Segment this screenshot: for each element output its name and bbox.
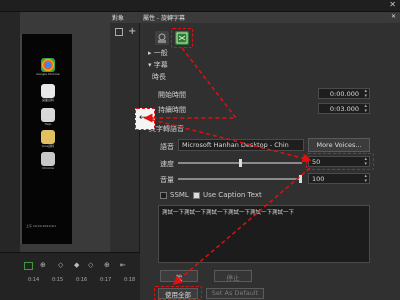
- transform-tab-icon[interactable]: [155, 31, 169, 45]
- desktop-item-help: Help: [36, 108, 60, 126]
- speak-button[interactable]: 說: [160, 270, 198, 282]
- timeline-tick: 0:18: [124, 277, 136, 283]
- new-object-icon[interactable]: [115, 28, 123, 36]
- annotation-box-tab: [171, 28, 193, 48]
- volume-slider[interactable]: [178, 178, 302, 180]
- close-icon[interactable]: ✕: [389, 0, 396, 9]
- properties-title-text: 屬性 - 旋轉字幕: [143, 15, 185, 22]
- timeline-mode-icon[interactable]: [24, 262, 33, 270]
- document-icon: [41, 108, 55, 122]
- caption-label: Use Caption Text: [203, 191, 262, 199]
- timeline-tick: 0:14: [28, 277, 40, 283]
- speed-label: 速度: [160, 160, 174, 168]
- desktop-item-label: Chrome: [42, 166, 54, 170]
- resize-arrows-icon[interactable]: ⟷: [139, 113, 152, 123]
- desktop-item-chrome: Google Chrome: [36, 58, 60, 76]
- duration-section-label: 時長: [152, 73, 166, 81]
- top-bar: ✕: [0, 0, 400, 12]
- volume-value: 100: [312, 175, 325, 183]
- spinner-arrows-icon[interactable]: ▴ ▾: [364, 174, 367, 184]
- voice-label: 語音: [160, 143, 174, 151]
- ssml-checkbox[interactable]: [160, 192, 167, 199]
- length-label: 持續時間: [158, 106, 186, 114]
- annotation-box-speed: [306, 153, 374, 170]
- tree-subtitle[interactable]: ▾ 字幕: [148, 60, 168, 70]
- folder-icon: [41, 130, 55, 144]
- timeline-tick: 0:15: [52, 277, 64, 283]
- timeline-tick: 0:16: [76, 277, 88, 283]
- shortcut-icon: [41, 152, 55, 166]
- timeline-rewind-icon[interactable]: ⊕: [40, 261, 46, 269]
- taskbar-clock: 上午 10:24 2021/4/1: [26, 224, 57, 228]
- ssml-label: SSML: [170, 191, 189, 199]
- start-time-label: 開始時間: [158, 91, 186, 99]
- start-time-value: 0:00.000: [329, 90, 359, 98]
- desktop-item-label: Line資料: [41, 144, 55, 148]
- desktop-item-folder: 桌面資料: [36, 84, 60, 102]
- tree-subtitle-label: 字幕: [153, 61, 168, 69]
- add-icon[interactable]: +: [128, 26, 136, 37]
- desktop-item-label: Google Chrome: [36, 72, 60, 76]
- spinner-arrows-icon[interactable]: ▴ ▾: [364, 104, 367, 114]
- set-default-button[interactable]: Set As Default: [206, 288, 264, 299]
- timeline-prev-icon[interactable]: ◇: [58, 261, 63, 269]
- volume-slider-thumb[interactable]: [299, 175, 302, 183]
- file-icon: [41, 84, 55, 98]
- tts-text-content: 測試一下測試一下測試一下測試一下測試一下測試一下: [162, 210, 295, 216]
- timeline-next-icon[interactable]: ◇: [88, 261, 93, 269]
- desktop-item-label: Help: [44, 122, 52, 126]
- tree-general-label: 一般: [153, 49, 168, 57]
- desktop-item-line: Line資料: [36, 130, 60, 148]
- object-panel-title: 對象: [110, 12, 140, 23]
- desktop-item-chrome2: Chrome: [36, 152, 60, 170]
- spinner-arrows-icon[interactable]: ▴ ▾: [364, 89, 367, 99]
- caption-checkbox[interactable]: [193, 192, 200, 199]
- close-icon[interactable]: ✕: [391, 13, 396, 20]
- annotation-box-apply: [154, 286, 202, 300]
- timeline-add-icon[interactable]: ⊕: [104, 261, 110, 269]
- timeline-keyframe-icon[interactable]: ◆: [74, 261, 79, 269]
- more-voices-button[interactable]: More Voices...: [308, 138, 370, 152]
- volume-label: 音量: [160, 176, 174, 184]
- tts-text-area[interactable]: 測試一下測試一下測試一下測試一下測試一下測試一下: [158, 205, 370, 263]
- speed-slider-thumb[interactable]: [238, 159, 242, 167]
- volume-field[interactable]: 100 ▴ ▾: [308, 173, 370, 184]
- length-field[interactable]: 0:03.000 ▴ ▾: [318, 103, 370, 114]
- timeline-tick: 0:17: [100, 277, 112, 283]
- properties-panel-title: 屬性 - 旋轉字幕 ✕: [140, 12, 400, 23]
- timeline-more-icon[interactable]: ⇤: [120, 261, 126, 269]
- length-value: 0:03.000: [329, 105, 359, 113]
- chrome-icon: [41, 58, 55, 72]
- desktop-item-label: 桌面資料: [41, 98, 54, 102]
- tree-general[interactable]: ▸ 一般: [148, 48, 168, 58]
- voice-select[interactable]: Microsoft Hanhan Desktop - Chin: [178, 139, 304, 151]
- desktop-preview: Google Chrome 桌面資料 Help Line資料 Chrome 上午…: [20, 34, 72, 244]
- voice-selected-value: Microsoft Hanhan Desktop - Chin: [182, 141, 289, 149]
- timeline-panel: ⊕ ◇ ◆ ◇ ⊕ ⇤ 0:14 0:15 0:16 0:17 0:18: [0, 252, 140, 300]
- start-time-field[interactable]: 0:00.000 ▴ ▾: [318, 88, 370, 99]
- stop-button[interactable]: 停止: [214, 270, 252, 282]
